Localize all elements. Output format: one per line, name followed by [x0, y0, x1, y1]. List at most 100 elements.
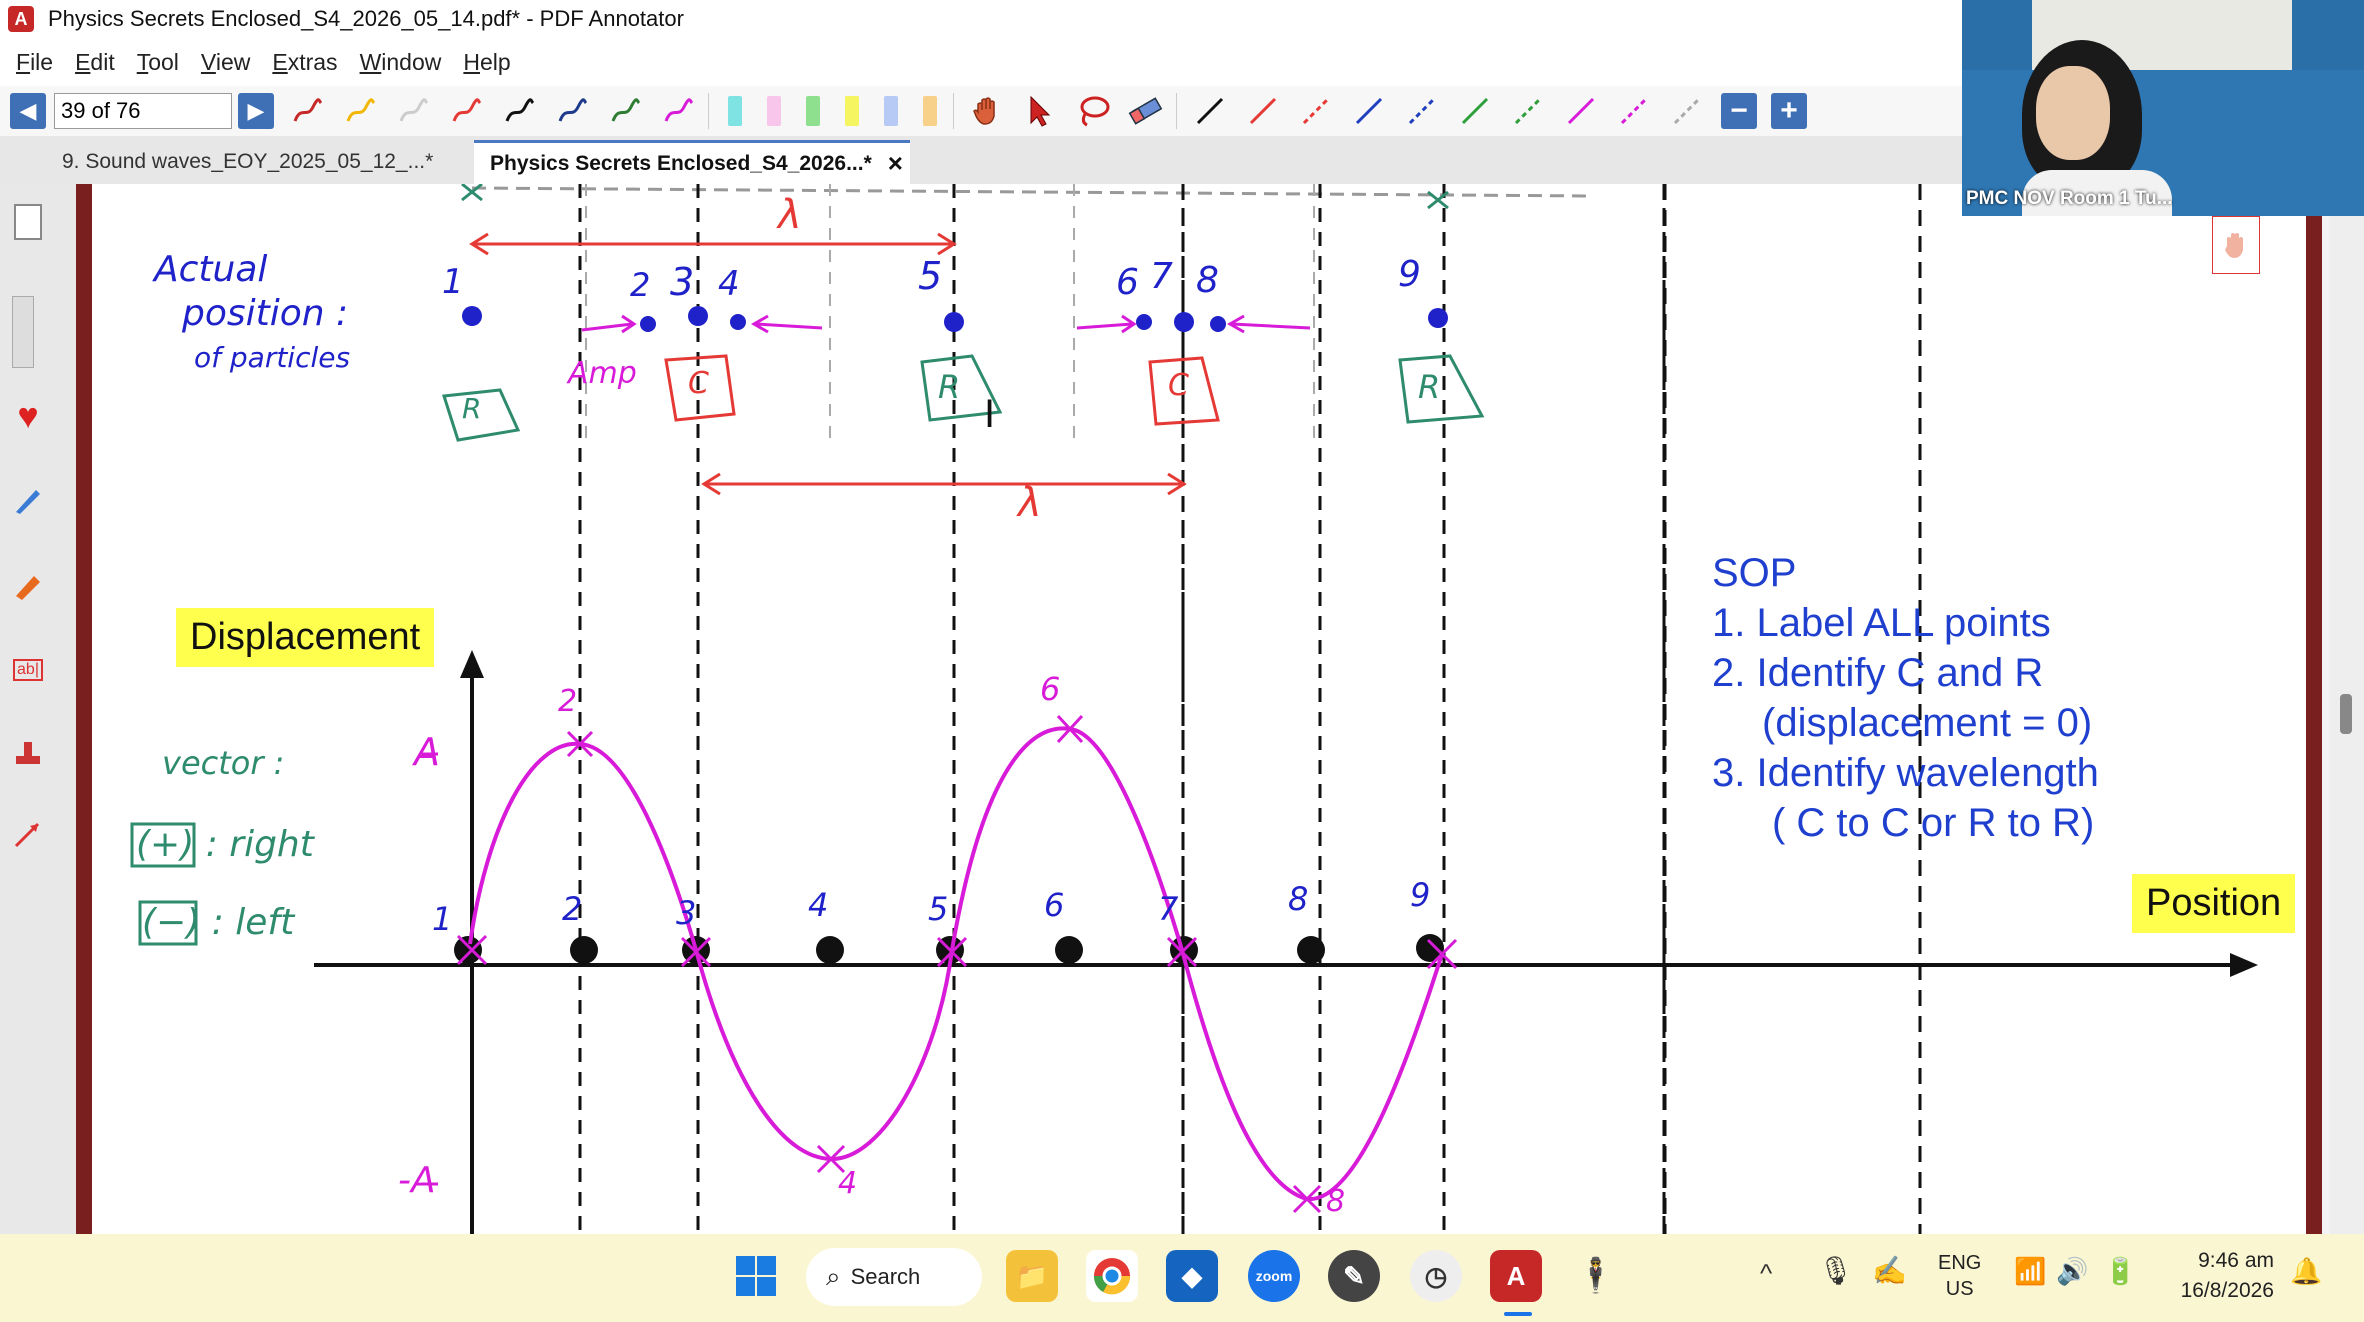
marker-icon[interactable]	[8, 564, 48, 604]
vertical-scrollbar[interactable]	[2330, 184, 2364, 1234]
battery-icon[interactable]: 🔋	[2104, 1256, 2136, 1287]
presenter-app-icon[interactable]: 🕴	[1570, 1250, 1622, 1302]
volume-icon[interactable]: 🔊	[2056, 1256, 2088, 1287]
line-color-3-icon[interactable]	[1296, 91, 1336, 131]
wifi-icon[interactable]: 📶	[2014, 1256, 2046, 1287]
pen-color-7-icon[interactable]	[605, 91, 645, 131]
sop-step: 1. Label ALL points	[1712, 601, 2051, 645]
line-color-8-icon[interactable]	[1561, 91, 1601, 131]
windows-start-icon[interactable]	[730, 1250, 782, 1302]
pen-color-3-icon[interactable]	[393, 91, 433, 131]
box-letter: R	[1418, 368, 1441, 406]
pen-color-2-icon[interactable]	[340, 91, 380, 131]
pen-color-8-icon[interactable]	[658, 91, 698, 131]
zoom-out-button[interactable]: −	[1721, 93, 1757, 129]
language-code: ENG	[1938, 1252, 1982, 1274]
line-color-9-icon[interactable]	[1614, 91, 1654, 131]
top-number: 7	[1150, 256, 1173, 297]
line-color-7-icon[interactable]	[1508, 91, 1548, 131]
line-color-2-icon[interactable]	[1243, 91, 1283, 131]
box-letter: C	[688, 366, 709, 401]
pen-tool-side-icon[interactable]	[8, 480, 48, 520]
panel-scrollbar[interactable]	[12, 296, 34, 368]
text-box-icon[interactable]: ab|	[8, 650, 48, 690]
tab-sound-waves[interactable]: 9. Sound waves_EOY_2025_05_12_...*	[62, 140, 462, 184]
taskbar-search-button[interactable]: ⌕ Search	[806, 1248, 982, 1306]
hand-tool-icon[interactable]	[967, 91, 1007, 131]
highlighter-color-2-icon[interactable]	[761, 91, 787, 131]
menu-window[interactable]: Window	[360, 49, 442, 76]
previous-page-button[interactable]: ◀	[10, 93, 46, 129]
zoom-app-icon[interactable]: zoom	[1248, 1250, 1300, 1302]
menu-edit[interactable]: Edit	[75, 49, 115, 76]
webcam-participant-label: PMC NOV Room 1 Tu...	[1966, 188, 2173, 209]
menu-file[interactable]: File	[16, 49, 53, 76]
text-cursor-icon: I	[984, 392, 996, 436]
toolbar-separator	[953, 93, 954, 129]
note-line: position :	[182, 293, 349, 334]
line-color-4-icon[interactable]	[1349, 91, 1389, 131]
pen-color-1-icon[interactable]	[287, 91, 327, 131]
microphone-icon[interactable]: 🎙	[1818, 1254, 1854, 1287]
sop-step: 2. Identify C and R	[1712, 651, 2044, 695]
next-page-button[interactable]: ▶	[238, 93, 274, 129]
menu-help[interactable]: Help	[463, 49, 510, 76]
zoom-in-button[interactable]: +	[1771, 93, 1807, 129]
active-app-indicator	[1504, 1312, 1532, 1316]
arrow-line-icon[interactable]	[8, 814, 48, 854]
curve-label: 6	[1040, 670, 1061, 708]
chevron-up-icon[interactable]: ^	[1760, 1258, 1772, 1289]
raise-hand-icon[interactable]	[2212, 216, 2260, 274]
line-color-1-icon[interactable]	[1190, 91, 1230, 131]
axis-number: 4	[808, 886, 829, 924]
search-icon: ⌕	[826, 1261, 841, 1291]
amplitude-negative-label: -A	[398, 1160, 436, 1201]
top-number: 8	[1196, 260, 1219, 301]
pen-color-5-icon[interactable]	[499, 91, 539, 131]
menu-extras[interactable]: Extras	[272, 49, 337, 76]
pen-color-4-icon[interactable]	[446, 91, 486, 131]
highlighter-color-4-icon[interactable]	[839, 91, 865, 131]
menu-view[interactable]: View	[201, 49, 250, 76]
highlighter-color-5-icon[interactable]	[878, 91, 904, 131]
line-color-6-icon[interactable]	[1455, 91, 1495, 131]
pen-app-icon[interactable]: ✎	[1328, 1250, 1380, 1302]
top-number: 3	[670, 260, 695, 304]
file-explorer-icon[interactable]: 📁	[1006, 1250, 1058, 1302]
wavelength-label-top: λ	[778, 192, 802, 238]
menu-tool[interactable]: Tool	[137, 49, 179, 76]
stamp-icon[interactable]	[8, 732, 48, 772]
eraser-icon[interactable]	[1126, 91, 1166, 131]
page-number-input[interactable]	[54, 93, 232, 129]
scrollbar-thumb[interactable]	[2340, 694, 2352, 734]
chrome-icon[interactable]	[1086, 1250, 1138, 1302]
pen-menu-icon[interactable]: ✍	[1872, 1254, 1907, 1287]
tab-physics-secrets[interactable]: Physics Secrets Enclosed_S4_2026...* ×	[474, 140, 910, 184]
top-number: 6	[1116, 262, 1139, 303]
lasso-icon[interactable]	[1073, 91, 1113, 131]
highlighter-color-6-icon[interactable]	[917, 91, 943, 131]
line-color-5-icon[interactable]	[1402, 91, 1442, 131]
clock-app-icon[interactable]: ◷	[1410, 1250, 1462, 1302]
select-arrow-icon[interactable]	[1020, 91, 1060, 131]
dropbox-icon[interactable]: ◆	[1166, 1250, 1218, 1302]
favorite-heart-icon[interactable]: ♥	[8, 395, 48, 436]
sop-step-detail: ( C to C or R to R)	[1772, 801, 2095, 845]
highlighter-color-1-icon[interactable]	[722, 91, 748, 131]
region-code: US	[1945, 1278, 1974, 1300]
wavelength-label-middle: λ	[1018, 480, 1042, 526]
line-color-10-icon[interactable]	[1667, 91, 1707, 131]
notification-icon[interactable]: 🔔	[2290, 1256, 2322, 1287]
highlighter-color-3-icon[interactable]	[800, 91, 826, 131]
pdf-page[interactable]: Actual position : of particles Amp λ λ 1…	[92, 184, 2306, 1234]
top-number: 5	[918, 254, 943, 298]
pen-color-6-icon[interactable]	[552, 91, 592, 131]
box-letter: C	[1168, 368, 1189, 403]
clock[interactable]: 9:46 am 16/8/2026	[2170, 1246, 2274, 1306]
close-tab-icon[interactable]: ×	[888, 148, 903, 179]
language-indicator[interactable]: ENG US	[1938, 1250, 1981, 1302]
search-label: Search	[850, 1264, 921, 1289]
highlighter-tool-group	[709, 91, 943, 131]
pdf-annotator-taskbar-icon[interactable]: A	[1490, 1250, 1542, 1302]
page-thumbnail-icon[interactable]	[8, 202, 48, 242]
